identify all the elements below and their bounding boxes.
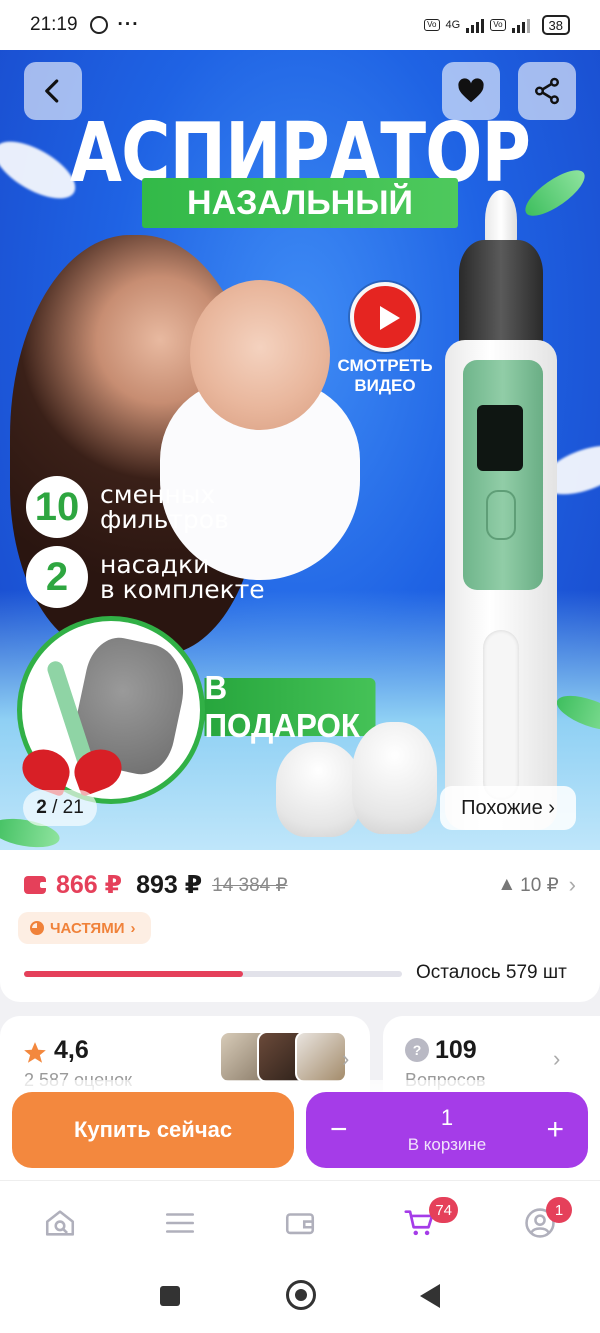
similar-button[interactable]: Похожие › [440, 786, 576, 830]
feature-text-line: фильтров [100, 505, 229, 534]
device-slot [483, 630, 519, 800]
stock-left-text: Осталось 579 шт [416, 962, 567, 983]
share-button[interactable] [518, 62, 576, 120]
home-button-icon[interactable] [286, 1280, 316, 1310]
device-panel [463, 360, 543, 590]
feature-nozzles: 2 насадки в комплекте [26, 546, 265, 608]
chevron-right-icon: › [342, 1046, 350, 1071]
chevron-right-icon: › [568, 872, 576, 897]
status-right: Vo 4G Vo 38 [424, 15, 570, 35]
profile-badge: 1 [546, 1197, 572, 1223]
feature-text: насадки в комплекте [100, 552, 265, 602]
decrease-quantity-button[interactable]: − [330, 1113, 348, 1147]
stock-progress-fill [24, 971, 244, 977]
chevron-right-icon: › [553, 1046, 561, 1071]
review-photo[interactable] [295, 1031, 347, 1083]
cart-badge: 74 [429, 1197, 458, 1223]
feature-text-line: сменных [100, 480, 216, 509]
system-navigation-bar [0, 1264, 600, 1333]
chevron-left-icon [45, 79, 59, 103]
status-bar: 21:19 ··· Vo 4G Vo 38 [0, 0, 600, 50]
aspirator-device-image [445, 190, 557, 830]
bottom-actions: Купить сейчас − 1 В корзине + [0, 1080, 600, 1180]
image-counter-total: 21 [62, 797, 84, 818]
wallet-tab-icon [285, 1213, 315, 1235]
price-card: 866 ₽ 893 ₽ 14 384 ₽ ▲ 10 ₽ › ЧАСТЯМИ › … [0, 850, 600, 1002]
device-top [459, 240, 543, 350]
feature-number: 10 [26, 476, 88, 538]
installments-label: ЧАСТЯМИ [50, 919, 125, 937]
review-photos[interactable] [219, 1031, 347, 1083]
nozzle-image [276, 742, 361, 837]
pie-icon [30, 921, 44, 935]
rating-value: 4,6 [54, 1036, 89, 1064]
baby-photo [190, 280, 330, 430]
wallet-icon [24, 876, 48, 894]
chevron-right-icon: › [130, 919, 136, 937]
stock-progress-bar [24, 971, 402, 977]
device-power-button [486, 490, 516, 540]
battery-icon: 38 [541, 15, 570, 35]
counter-separator: / [46, 797, 63, 818]
network-label: 4G [445, 19, 461, 31]
buy-now-button[interactable]: Купить сейчас [12, 1092, 294, 1168]
video-label[interactable]: СМОТРЕТЬ ВИДЕО [330, 356, 440, 396]
triangle-up-icon: ▲ [497, 874, 517, 895]
questions-count: 109 [435, 1036, 477, 1064]
recent-apps-icon[interactable] [160, 1286, 180, 1306]
menu-icon [165, 1213, 195, 1233]
banner-subtitle: НАЗАЛЬНЫЙ [142, 178, 458, 228]
signal-icon [466, 17, 485, 33]
gift-label: В ПОДАРОК [204, 669, 376, 744]
feature-text-line: в комплекте [100, 575, 265, 604]
feature-number: 2 [26, 546, 88, 608]
cart-status[interactable]: 1 В корзине [408, 1105, 487, 1155]
question-icon: ? [405, 1038, 429, 1062]
price-increase: ▲ 10 ₽ [497, 874, 558, 897]
tab-catalog[interactable] [160, 1203, 200, 1243]
whatsapp-icon [89, 16, 108, 34]
signal-icon-2 [511, 17, 530, 33]
price-increase-value: 10 ₽ [520, 874, 559, 896]
installments-button[interactable]: ЧАСТЯМИ › [18, 912, 152, 944]
share-icon [535, 77, 559, 105]
image-counter: 2 / 21 [23, 790, 97, 826]
home-search-icon [45, 1210, 75, 1236]
tab-cart[interactable]: 74 [400, 1197, 458, 1243]
notification-dots: ··· [117, 14, 140, 35]
cart-quantity-control: − 1 В корзине + [306, 1092, 588, 1168]
bottom-tab-bar: 74 1 [0, 1180, 600, 1264]
feature-filters: 10 сменных фильтров [26, 476, 229, 538]
price-regular: 893 ₽ [136, 871, 203, 899]
cart-status-label: В корзине [407, 1135, 487, 1154]
price-wallet: 866 ₽ [56, 871, 123, 899]
increase-quantity-button[interactable]: + [546, 1113, 564, 1147]
product-image-gallery[interactable]: АСПИРАТОР НАЗАЛЬНЫЙ СМОТРЕТЬ ВИДЕО 10 см… [0, 50, 600, 850]
back-button[interactable] [24, 62, 82, 120]
play-video-icon[interactable] [350, 282, 420, 352]
feature-text: сменных фильтров [100, 482, 229, 532]
tab-wallet[interactable] [280, 1203, 320, 1243]
volte-icon-2: Vo [490, 19, 506, 31]
price-row[interactable]: 866 ₽ 893 ₽ 14 384 ₽ ▲ 10 ₽ › [24, 870, 576, 900]
heart-icon [458, 78, 484, 103]
favorite-button[interactable] [442, 62, 500, 120]
star-icon [24, 1042, 46, 1063]
volte-icon: Vo [424, 19, 440, 31]
status-time: 21:19 [30, 14, 78, 35]
tab-home[interactable] [40, 1203, 80, 1243]
feature-text-line: насадки [100, 550, 210, 579]
cart-quantity: 1 [440, 1105, 454, 1130]
nozzle-image [352, 722, 437, 834]
price-old: 14 384 ₽ [212, 874, 288, 896]
device-screen [477, 405, 523, 471]
image-counter-current: 2 [36, 797, 47, 818]
tab-profile[interactable]: 1 [520, 1197, 572, 1243]
back-triangle-icon[interactable] [420, 1284, 440, 1308]
